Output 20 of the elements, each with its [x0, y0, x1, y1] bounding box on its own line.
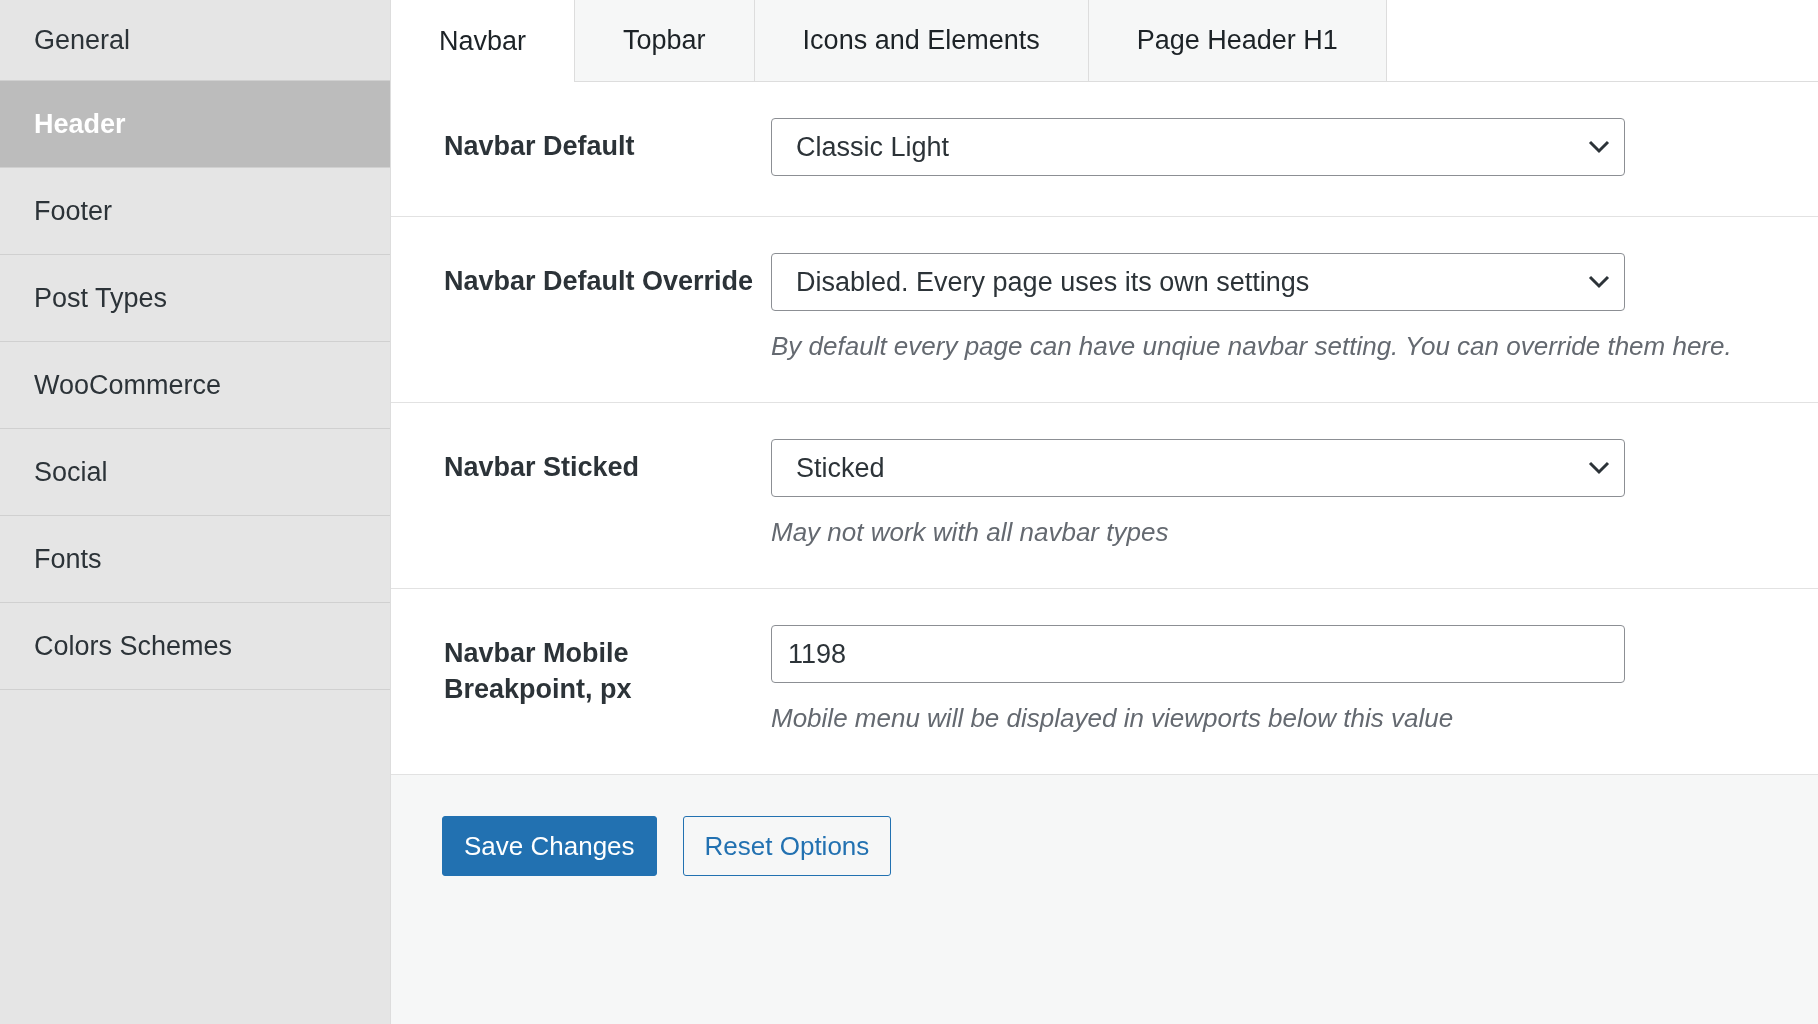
select-field[interactable]: Sticked [771, 439, 1625, 497]
field-label: Navbar Default Override [444, 265, 755, 298]
tab[interactable]: Page Header H1 [1088, 0, 1387, 81]
input-field[interactable]: 1198 [771, 625, 1625, 683]
chevron-down-icon [1588, 275, 1610, 289]
field-description: May not work with all navbar types [771, 517, 1170, 548]
tab[interactable]: Topbar [575, 0, 755, 81]
tab[interactable]: Icons and Elements [754, 0, 1089, 81]
tab[interactable]: Navbar [391, 0, 576, 82]
save-button[interactable]: Save Changes [442, 816, 657, 876]
select-field[interactable]: Disabled. Every page uses its own settings [771, 253, 1625, 311]
field-label: Navbar Default [444, 130, 636, 163]
field-description: Mobile menu will be displayed in viewports below this value [771, 703, 1455, 734]
reset-button[interactable]: Reset Options [682, 816, 892, 876]
field-description: By default every page can have unqiue navbar setting. You can override them here. [771, 331, 1732, 362]
field-label: Navbar Sticked [444, 451, 641, 484]
chevron-down-icon [1588, 140, 1610, 154]
field-label: Navbar Mobile Breakpoint, px [444, 637, 633, 706]
select-field[interactable]: Classic Light [771, 118, 1625, 176]
chevron-down-icon [1588, 461, 1610, 475]
